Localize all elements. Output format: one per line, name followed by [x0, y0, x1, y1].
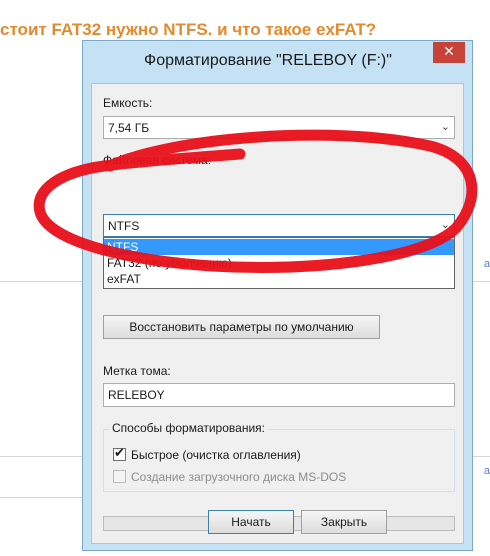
background-divider — [473, 456, 490, 457]
filesystem-label: Файловая система: — [103, 153, 212, 167]
dialog-title: Форматирование "RELEBOY (F:)" — [144, 52, 392, 69]
format-dialog: Форматирование "RELEBOY (F:)" ✕ Емкость:… — [82, 40, 473, 551]
quick-format-label[interactable]: Быстрое (очистка оглавления) — [131, 448, 301, 462]
close-button[interactable]: ✕ — [433, 42, 465, 63]
background-divider — [0, 281, 82, 282]
close-icon: ✕ — [443, 44, 455, 60]
filesystem-select[interactable]: NTFS ⌄ — [103, 214, 455, 237]
restore-defaults-button[interactable]: Восстановить параметры по умолчанию — [103, 315, 380, 339]
chevron-down-icon: ⌄ — [440, 120, 450, 133]
dialog-client-area: Емкость: 7,54 ГБ ⌄ Файловая система: NTF… — [91, 83, 464, 544]
background-edge-text: а — [483, 465, 490, 477]
filesystem-option-fat32[interactable]: FAT32 (по умолчанию) — [104, 255, 454, 271]
background-divider — [0, 497, 82, 498]
close-dialog-button[interactable]: Закрыть — [301, 510, 387, 534]
background-heading: стоит FAT32 нужно NTFS. и что такое exFA… — [0, 20, 377, 39]
chevron-down-icon: ⌄ — [440, 218, 450, 231]
format-options-legend: Способы форматирования: — [109, 421, 268, 435]
msdos-boot-checkbox[interactable] — [113, 470, 126, 483]
title-bar[interactable]: Форматирование "RELEBOY (F:)" ✕ — [83, 41, 472, 81]
volume-label-input[interactable]: RELEBOY — [103, 383, 455, 407]
checkmark-icon: ✔ — [114, 446, 125, 461]
background-edge-text: а — [483, 258, 490, 270]
start-button[interactable]: Начать — [208, 510, 294, 534]
volume-label-caption: Метка тома: — [103, 364, 171, 378]
background-divider — [0, 456, 82, 457]
quick-format-checkbox[interactable]: ✔ — [113, 446, 126, 461]
filesystem-dropdown-list: NTFS FAT32 (по умолчанию) exFAT — [103, 237, 455, 289]
capacity-label: Емкость: — [103, 96, 153, 110]
msdos-boot-label[interactable]: Создание загрузочного диска MS-DOS — [131, 470, 346, 484]
capacity-select[interactable]: 7,54 ГБ ⌄ — [103, 116, 455, 139]
filesystem-option-ntfs[interactable]: NTFS — [104, 239, 454, 255]
filesystem-value: NTFS — [108, 219, 140, 233]
volume-label-value: RELEBOY — [108, 388, 165, 402]
filesystem-option-exfat[interactable]: exFAT — [104, 271, 454, 287]
capacity-value: 7,54 ГБ — [108, 121, 150, 135]
background-divider — [473, 281, 490, 282]
